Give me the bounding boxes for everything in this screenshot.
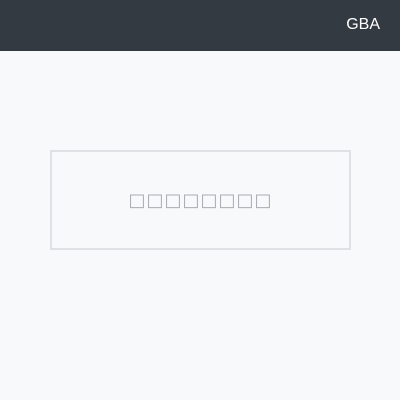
placeholder-box: □□□□□□□□ bbox=[50, 150, 351, 250]
top-header-bar: GBA bbox=[0, 0, 400, 51]
header-label: GBA bbox=[346, 16, 380, 33]
placeholder-text: □□□□□□□□ bbox=[128, 189, 273, 211]
